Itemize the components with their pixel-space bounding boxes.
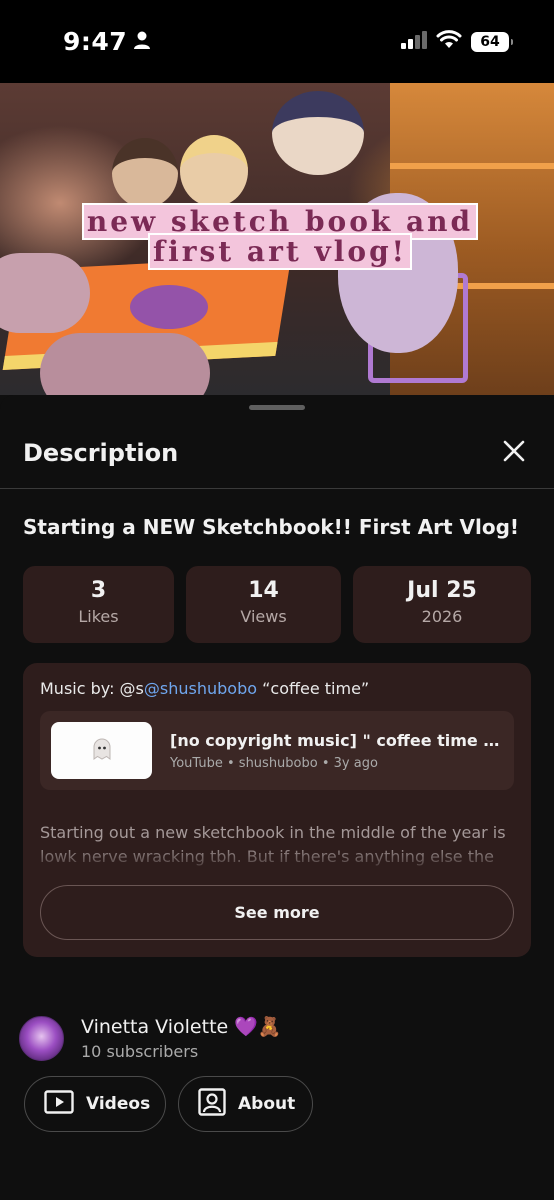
battery-level: 64 [480,33,500,50]
battery-icon: 64 [471,31,513,52]
video-play-icon [44,1089,74,1119]
linked-video-thumbnail [51,722,152,779]
ghost-icon [91,737,113,765]
linked-video-meta: YouTube • shushubobo • 3y ago [170,756,378,771]
wifi-icon [436,30,462,53]
subscriber-count: 10 subscribers [81,1042,199,1061]
video-player[interactable]: new sketch book and first art vlog! [0,83,554,395]
about-button-label: About [238,1094,296,1114]
sheet-title: Description [23,439,179,467]
upload-year: 2026 [421,607,463,626]
avatar[interactable] [19,1016,64,1061]
likes-stat: 3 Likes [23,566,174,643]
music-credit-prefix: Music by: @s [40,679,144,698]
thumbnail-title-line: first art vlog! [150,235,410,268]
views-label: Views [240,607,287,626]
header-divider [0,488,554,489]
linked-video-card[interactable]: [no copyright music] " coffee time " cut… [40,711,514,790]
close-icon [503,440,525,466]
channel-mention-link[interactable]: @shushubobo [144,679,257,698]
music-credit-suffix: “coffee time” [257,679,370,698]
close-button[interactable] [496,435,532,471]
clock-time: 9:47 [63,27,128,56]
date-stat: Jul 25 2026 [353,566,531,643]
cellular-signal-icon [401,30,427,53]
status-time: 9:47 [63,27,151,56]
videos-button[interactable]: Videos [24,1076,166,1132]
see-more-button[interactable]: See more [40,885,514,940]
views-count: 14 [248,578,279,603]
upload-date: Jul 25 [407,578,477,603]
status-bar: 9:47 64 [0,0,554,83]
person-icon [133,27,151,56]
thumbnail-title: new sketch book and first art vlog! [70,205,490,268]
thumbnail-drawing [130,285,208,329]
views-stat: 14 Views [186,566,341,643]
thumbnail-plush [180,135,248,207]
music-credit: Music by: @s@shushubobo “coffee time” [40,679,369,698]
description-fade [40,845,516,867]
status-indicators: 64 [401,30,513,53]
thumbnail-title-line: new sketch book and [83,205,477,238]
likes-label: Likes [78,607,119,626]
thumbnail-plush [112,138,178,208]
description-card: Music by: @s@shushubobo “coffee time” [n… [23,663,531,957]
videos-button-label: Videos [86,1094,151,1114]
about-button[interactable]: About [178,1076,313,1132]
thumbnail-plush [272,91,364,175]
channel-name[interactable]: Vinetta Violette 💜🧸 [81,1015,282,1038]
likes-count: 3 [90,578,107,603]
thumbnail-shelf-edge [390,163,554,169]
sheet-drag-handle[interactable] [249,405,305,410]
description-sheet: Description Starting a NEW Sketchbook!! … [0,395,554,1200]
linked-video-title: [no copyright music] " coffee time " cut… [170,731,504,750]
profile-card-icon [198,1087,226,1121]
video-title: Starting a NEW Sketchbook!! First Art Vl… [23,515,520,539]
thumbnail-sleeve [40,333,210,395]
